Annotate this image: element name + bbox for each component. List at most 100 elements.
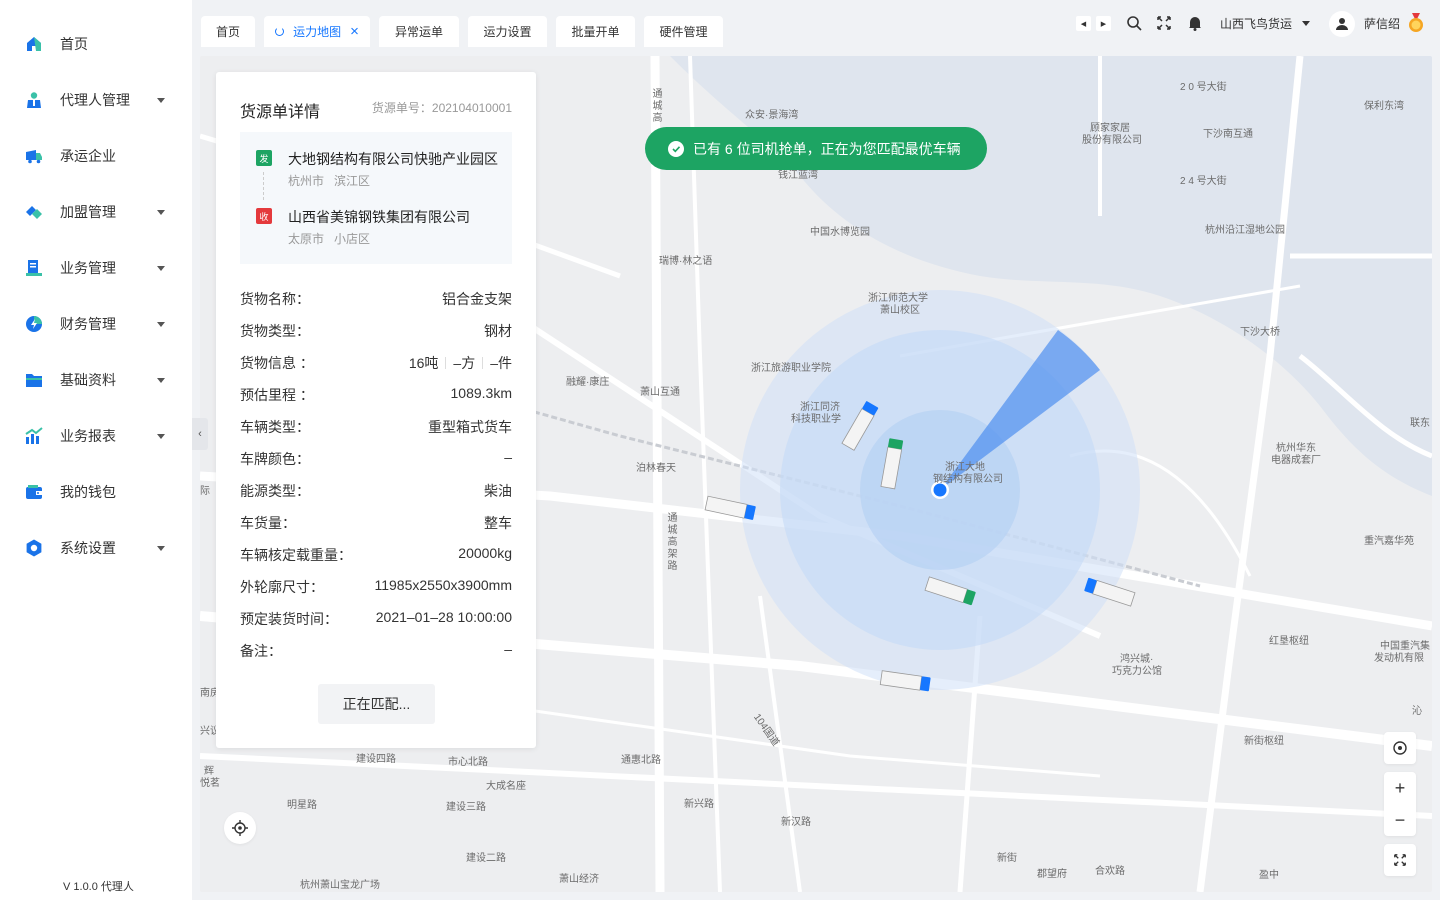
- field-cargo-name: 货物名称： 铝合金支架: [240, 289, 512, 309]
- nav-label: 承运企业: [60, 148, 116, 164]
- chevron-left-icon: ‹: [198, 428, 202, 440]
- tab-home[interactable]: 首页: [201, 16, 255, 47]
- settings-icon: [26, 539, 42, 557]
- truck-icon: [26, 150, 42, 164]
- map-label: 电器成套厂: [1271, 455, 1321, 466]
- map-label: 下沙南互通: [1203, 129, 1253, 140]
- field-key: 预估里程 ：: [240, 387, 314, 403]
- map-label: 建设二路: [466, 853, 506, 864]
- sidebar: 首页 代理人管理 承运企业 加盟管理 业务管理 财务管理 基础资料 业务报表 我…: [0, 0, 192, 900]
- nav-item-agent-management[interactable]: 代理人管理: [0, 72, 192, 128]
- nav-label: 业务报表: [60, 428, 116, 444]
- map-label: 巧克力公馆: [1112, 666, 1162, 677]
- map-label: 辉: [204, 766, 214, 777]
- map-label: 浙江同济: [800, 402, 840, 413]
- map-label: 重汽嘉华苑: [1364, 536, 1414, 547]
- sidebar-collapse-button[interactable]: ‹: [192, 418, 208, 450]
- bell-icon[interactable]: [1187, 15, 1203, 31]
- field-value: 2021–01–28 10:00:00: [375, 609, 512, 625]
- nav-item-business[interactable]: 业务管理: [0, 240, 192, 296]
- tab-scroll-right-button[interactable]: ▶: [1096, 16, 1111, 31]
- map-label: 鸿兴城·: [1120, 654, 1154, 665]
- nav-item-reports[interactable]: 业务报表: [0, 408, 192, 464]
- locate-icon: [232, 820, 248, 836]
- chevron-down-icon[interactable]: [1302, 21, 1310, 26]
- map-label: 杭州沿江湿地公园: [1205, 225, 1285, 236]
- map-label: 新兴路: [684, 799, 714, 810]
- zoom-in-button[interactable]: +: [1395, 772, 1406, 804]
- nav-item-carrier[interactable]: 承运企业: [0, 128, 192, 184]
- nav-item-home[interactable]: 首页: [0, 16, 192, 72]
- field-value: 铝合金支架: [442, 291, 512, 307]
- caret-right-icon: ▶: [1100, 20, 1107, 28]
- map-label: 2 4 号大街: [1180, 176, 1227, 187]
- recenter-icon: [1393, 741, 1407, 755]
- agent-icon: [27, 92, 41, 108]
- tab-label: 批量开单: [571, 25, 620, 39]
- username[interactable]: 萨信绍: [1364, 15, 1400, 32]
- finance-icon: [26, 316, 42, 332]
- map-label: 浙江师范大学: [868, 293, 928, 304]
- field-rated-load: 车辆核定载重量： 20000kg: [240, 545, 512, 565]
- destination-city-name: 太原市: [288, 232, 325, 246]
- locate-button[interactable]: [224, 812, 256, 844]
- order-number: 货源单号：202104010001: [372, 99, 512, 116]
- fullscreen-icon[interactable]: [1156, 15, 1172, 31]
- nav-item-system-settings[interactable]: 系统设置: [0, 520, 192, 576]
- map-label: 泊林春天: [636, 463, 676, 474]
- tab-capacity-map[interactable]: 运力地图 ×: [264, 16, 370, 47]
- zoom-out-button[interactable]: −: [1395, 804, 1406, 836]
- map-label: 市心北路: [448, 757, 488, 768]
- tab-scroll-left-button[interactable]: ◀: [1076, 16, 1091, 31]
- search-icon[interactable]: [1126, 15, 1142, 31]
- nav-label: 加盟管理: [60, 204, 116, 220]
- version-label: V 1.0.0 代理人: [63, 881, 134, 893]
- map-label: 融耀·康庄: [566, 377, 610, 388]
- map-label: 通惠北路: [621, 755, 661, 766]
- field-key: 货物名称：: [240, 291, 310, 307]
- avatar[interactable]: [1329, 11, 1355, 37]
- divider: [482, 357, 484, 369]
- map-label: 明星路: [287, 800, 317, 811]
- map-label: 萧山互通: [640, 387, 680, 398]
- tab-capacity-settings[interactable]: 运力设置: [468, 16, 547, 47]
- field-key: 预定装货时间：: [240, 611, 338, 627]
- recenter-button[interactable]: [1384, 732, 1416, 764]
- map-label: 保利东湾: [1364, 101, 1404, 112]
- map-label: 浙江大地: [945, 462, 985, 473]
- field-key: 货物类型：: [240, 323, 310, 339]
- nav-item-franchise[interactable]: 加盟管理: [0, 184, 192, 240]
- origin-district: 滨江区: [334, 174, 371, 188]
- origin-city: 杭州市 滨江区: [288, 172, 370, 189]
- tab-hardware[interactable]: 硬件管理: [644, 16, 723, 47]
- map-fullscreen-button[interactable]: [1384, 844, 1416, 876]
- report-icon: [25, 427, 43, 444]
- matching-button[interactable]: 正在匹配...: [318, 684, 435, 724]
- nav-item-wallet[interactable]: 我的钱包: [0, 464, 192, 520]
- field-load-volume: 车货量： 整车: [240, 513, 512, 533]
- nav-item-basic-data[interactable]: 基础资料: [0, 352, 192, 408]
- map-label: 盈中: [1259, 870, 1279, 881]
- cargo-weight: 16吨: [408, 355, 439, 371]
- nav-item-finance[interactable]: 财务管理: [0, 296, 192, 352]
- toast-text: 已有 6 位司机抢单，正在为您匹配最优车辆: [693, 140, 961, 157]
- field-value: 钢材: [484, 323, 512, 339]
- fullscreen-icon: [1394, 854, 1406, 866]
- field-value: –: [504, 641, 512, 657]
- field-key: 备注：: [240, 643, 282, 659]
- tab-batch-order[interactable]: 批量开单: [556, 16, 635, 47]
- map-label: 合欢路: [1095, 866, 1125, 877]
- tab-abnormal-waybill[interactable]: 异常运单: [379, 16, 459, 47]
- origin-name: 大地钢结构有限公司快驰产业园区: [288, 151, 498, 167]
- route-box: 发 大地钢结构有限公司快驰产业园区 杭州市 滨江区 收 山西省美锦钢铁集团有限公…: [240, 132, 512, 264]
- company-selector[interactable]: 山西飞鸟货运: [1220, 15, 1292, 32]
- business-icon: [26, 260, 42, 276]
- map-label: 顾家家居: [1090, 123, 1130, 134]
- field-loading-time: 预定装货时间： 2021–01–28 10:00:00: [240, 609, 512, 629]
- close-icon[interactable]: ×: [350, 24, 359, 39]
- chevron-down-icon: [157, 545, 165, 551]
- map-label: 红垦枢纽: [1269, 636, 1309, 647]
- destination-city: 太原市 小店区: [288, 230, 370, 247]
- order-number-value: 202104010001: [431, 101, 512, 115]
- field-vehicle-type: 车辆类型： 重型箱式货车: [240, 417, 512, 437]
